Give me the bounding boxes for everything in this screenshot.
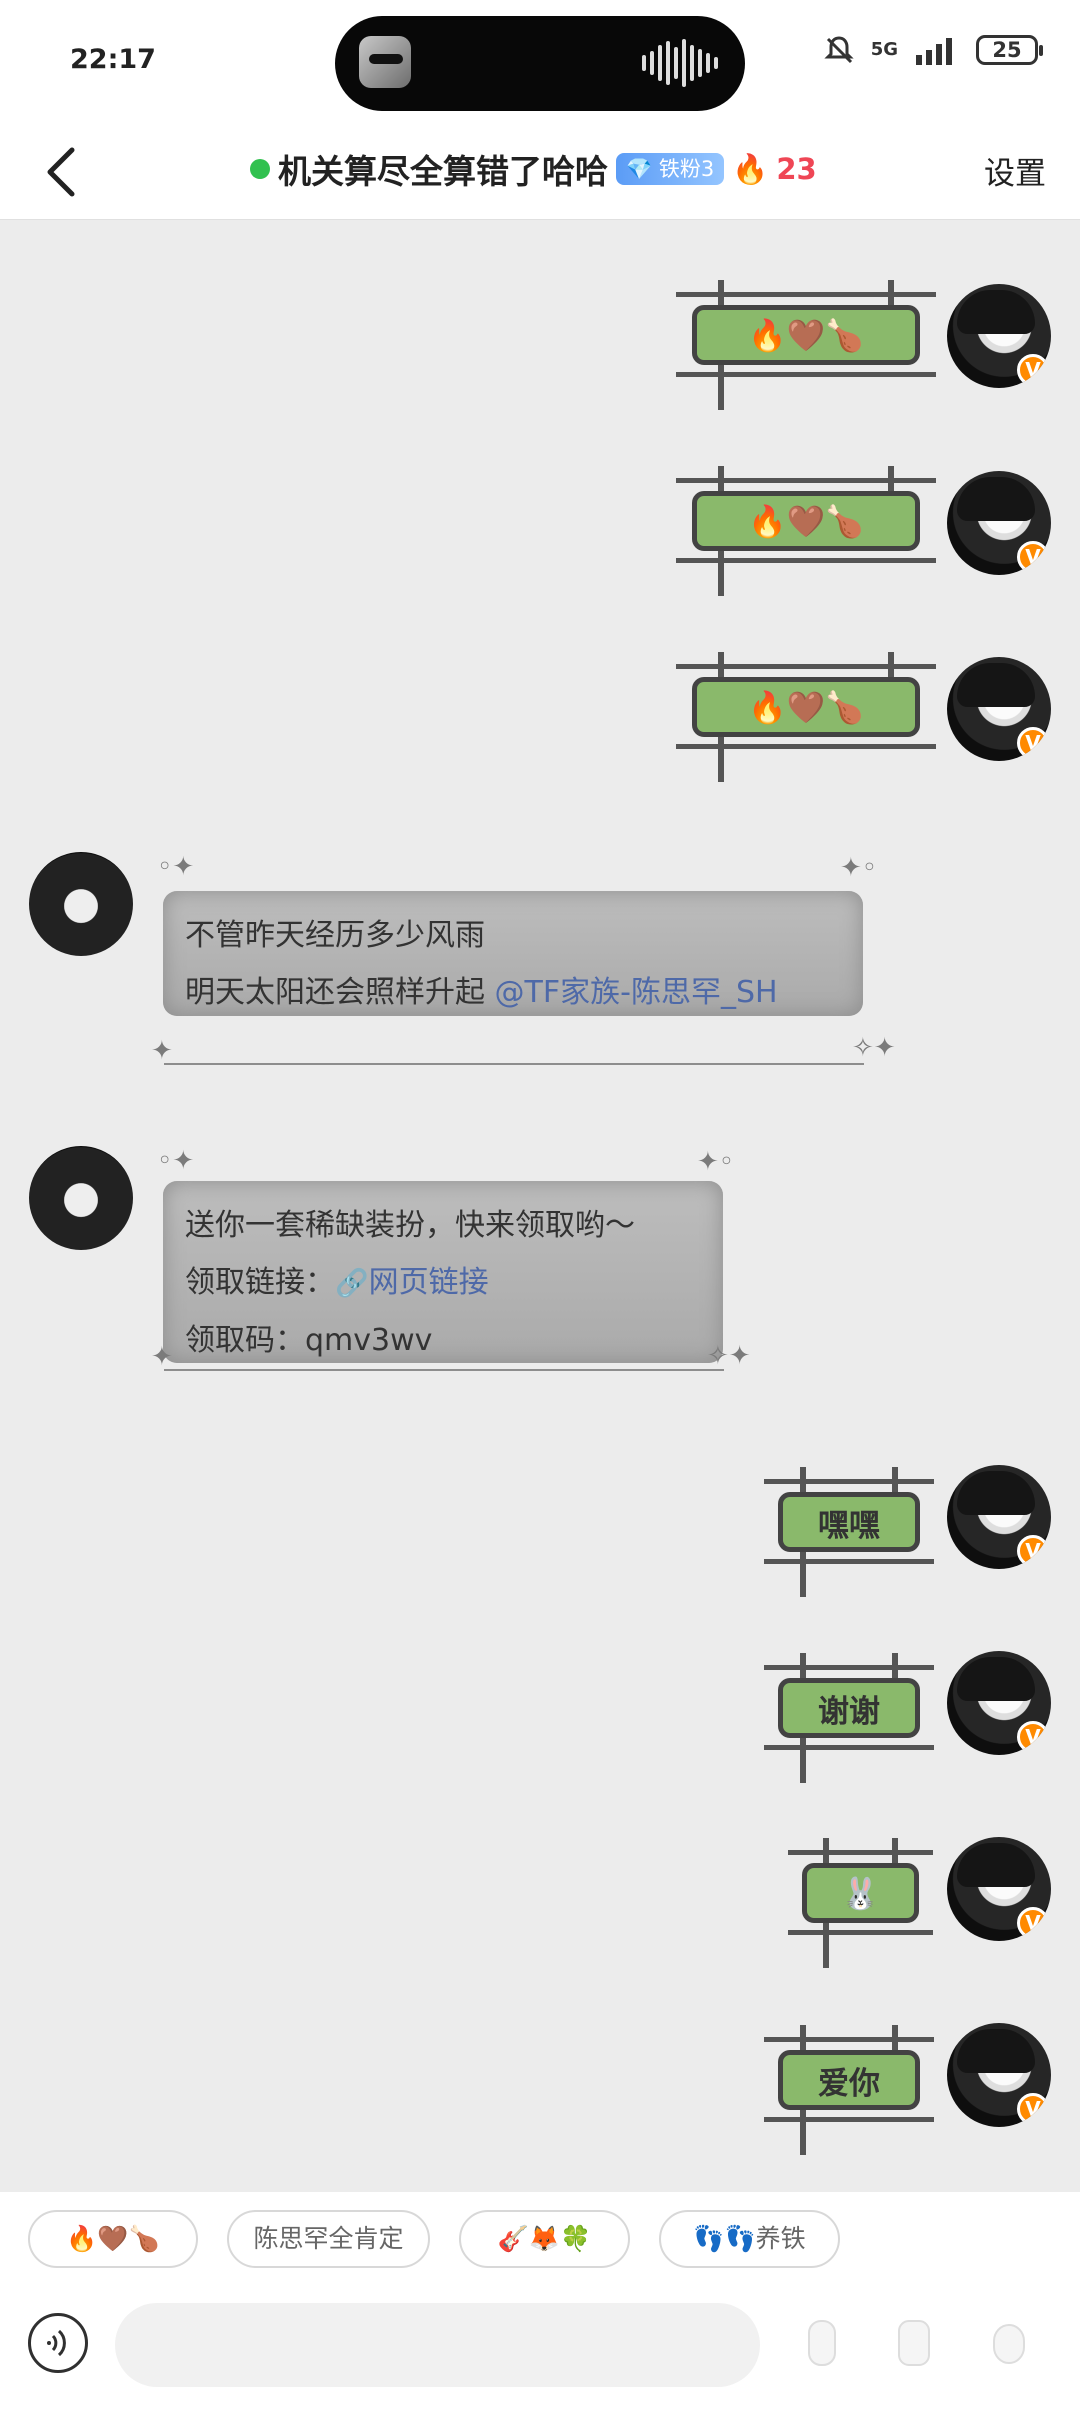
message-sticker[interactable]: 🔥🤎🍗 bbox=[676, 652, 936, 782]
message-sticker[interactable]: 嘿嘿 bbox=[764, 1467, 934, 1597]
sender-avatar[interactable]: V bbox=[947, 284, 1051, 388]
quick-reply-chip[interactable]: 👣👣养铁 bbox=[659, 2210, 840, 2268]
message-text-line: 领取链接：🔗网页链接 bbox=[185, 1265, 489, 1300]
sparkle-decoration-icon: ✦◦ bbox=[840, 853, 878, 883]
now-playing-avatar bbox=[359, 36, 411, 88]
dynamic-island[interactable] bbox=[335, 16, 745, 111]
back-arrow-icon[interactable] bbox=[34, 142, 94, 202]
network-type: 5G bbox=[870, 39, 898, 60]
bubble-underline bbox=[164, 1369, 724, 1371]
message-input-bar bbox=[0, 2287, 1080, 2412]
verified-badge-icon: V bbox=[1017, 1535, 1049, 1567]
message-text-line: 明天太阳还会照样升起 @TF家族-陈思罕_SH bbox=[185, 975, 778, 1010]
online-status-dot bbox=[250, 159, 270, 179]
message-sticker[interactable]: 爱你 bbox=[764, 2025, 934, 2155]
message-sticker[interactable]: 🐰 bbox=[788, 1838, 933, 1968]
link-icon: 🔗 bbox=[335, 1268, 369, 1299]
signal-icon bbox=[916, 38, 952, 65]
verified-badge-icon: V bbox=[1017, 354, 1049, 386]
verified-badge-icon: V bbox=[1017, 727, 1049, 759]
settings-button[interactable]: 设置 bbox=[984, 148, 1046, 193]
voice-input-button[interactable] bbox=[28, 2313, 88, 2373]
butterfly-decoration-icon: ✧✦ bbox=[707, 1341, 751, 1371]
message-sticker[interactable]: 🔥🤎🍗 bbox=[676, 280, 936, 410]
sender-avatar[interactable]: V bbox=[947, 1651, 1051, 1755]
chat-streak-count: 23 bbox=[776, 152, 817, 186]
battery-icon: 25 bbox=[976, 35, 1043, 65]
mute-bell-icon bbox=[824, 36, 854, 64]
sparkle-decoration-icon: ✦ bbox=[151, 1342, 173, 1372]
chat-header: 机关算尽全算错了哈哈 💎 铁粉3 🔥 23 设置 bbox=[0, 120, 1080, 220]
web-link[interactable]: 网页链接 bbox=[369, 1265, 489, 1300]
verified-badge-icon: V bbox=[1017, 2093, 1049, 2125]
chat-title: 机关算尽全算错了哈哈 bbox=[278, 152, 608, 191]
message-sticker[interactable]: 谢谢 bbox=[764, 1653, 934, 1783]
sender-avatar[interactable]: V bbox=[947, 657, 1051, 761]
more-button-icon[interactable] bbox=[895, 2313, 943, 2371]
fire-icon: 🔥 bbox=[732, 151, 769, 186]
quick-reply-chip[interactable]: 🔥🤎🍗 bbox=[28, 2210, 198, 2268]
claim-code: qmv3wv bbox=[305, 1323, 433, 1358]
message-text-line: 领取码：qmv3wv bbox=[185, 1323, 433, 1358]
sticker-panel: 🔥🤎🍗 bbox=[692, 677, 920, 737]
fan-level-badge: 💎 铁粉3 bbox=[616, 153, 725, 185]
audio-wave-icon bbox=[642, 39, 718, 87]
status-time: 22:17 bbox=[70, 44, 156, 75]
send-button-icon[interactable] bbox=[990, 2313, 1038, 2371]
verified-badge-icon: V bbox=[1017, 541, 1049, 573]
message-input[interactable] bbox=[115, 2303, 760, 2387]
verified-badge-icon: V bbox=[1017, 1907, 1049, 1939]
chat-message-list[interactable]: 🔥🤎🍗 V 🔥🤎🍗 V 🔥🤎🍗 V ◦✦ ✦◦ 不管昨天经历多少风雨 明天太阳还… bbox=[0, 221, 1080, 2191]
sparkle-decoration-icon: ◦✦ bbox=[157, 852, 195, 882]
system-icons: 5G 25 bbox=[823, 34, 1043, 66]
message-bubble[interactable]: 送你一套稀缺装扮，快来领取哟～ 领取链接：🔗网页链接 领取码：qmv3wv bbox=[163, 1181, 723, 1363]
sticker-panel: 谢谢 bbox=[778, 1678, 920, 1738]
sticker-panel: 🐰 bbox=[802, 1863, 919, 1923]
sticker-panel: 嘿嘿 bbox=[778, 1492, 920, 1552]
status-bar: 22:17 5G 25 bbox=[0, 0, 1080, 120]
sticker-panel: 🔥🤎🍗 bbox=[692, 491, 920, 551]
quick-reply-chip[interactable]: 🎸🦊🍀 bbox=[459, 2210, 630, 2268]
sparkle-decoration-icon: ✦ bbox=[151, 1036, 173, 1066]
fan-level-label: 铁粉3 bbox=[658, 157, 715, 181]
sticker-panel: 爱你 bbox=[778, 2050, 920, 2110]
sender-avatar[interactable]: V bbox=[947, 2023, 1051, 2127]
message-text-line: 不管昨天经历多少风雨 bbox=[185, 918, 485, 953]
sticker-panel: 🔥🤎🍗 bbox=[692, 305, 920, 365]
emoji-button-icon[interactable] bbox=[805, 2313, 853, 2371]
message-text-line: 送你一套稀缺装扮，快来领取哟～ bbox=[185, 1208, 635, 1243]
sparkle-decoration-icon: ◦✦ bbox=[157, 1146, 195, 1176]
message-bubble[interactable]: 不管昨天经历多少风雨 明天太阳还会照样升起 @TF家族-陈思罕_SH bbox=[163, 891, 863, 1016]
butterfly-decoration-icon: ✧✦ bbox=[852, 1033, 896, 1063]
bubble-underline bbox=[164, 1063, 864, 1065]
mention-link[interactable]: @TF家族-陈思罕_SH bbox=[495, 975, 778, 1010]
voice-wave-icon bbox=[47, 2329, 66, 2357]
sparkle-decoration-icon: ✦◦ bbox=[697, 1147, 735, 1177]
quick-reply-bar: 🔥🤎🍗 陈思罕全肯定 🎸🦊🍀 👣👣养铁 bbox=[0, 2192, 1080, 2287]
chat-title-group[interactable]: 机关算尽全算错了哈哈 💎 铁粉3 🔥 23 bbox=[250, 144, 817, 194]
contact-avatar[interactable] bbox=[29, 852, 133, 956]
quick-reply-chip[interactable]: 陈思罕全肯定 bbox=[227, 2210, 430, 2268]
sender-avatar[interactable]: V bbox=[947, 1837, 1051, 1941]
verified-badge-icon: V bbox=[1017, 1721, 1049, 1753]
sender-avatar[interactable]: V bbox=[947, 471, 1051, 575]
contact-avatar[interactable] bbox=[29, 1146, 133, 1250]
sender-avatar[interactable]: V bbox=[947, 1465, 1051, 1569]
message-sticker[interactable]: 🔥🤎🍗 bbox=[676, 466, 936, 596]
